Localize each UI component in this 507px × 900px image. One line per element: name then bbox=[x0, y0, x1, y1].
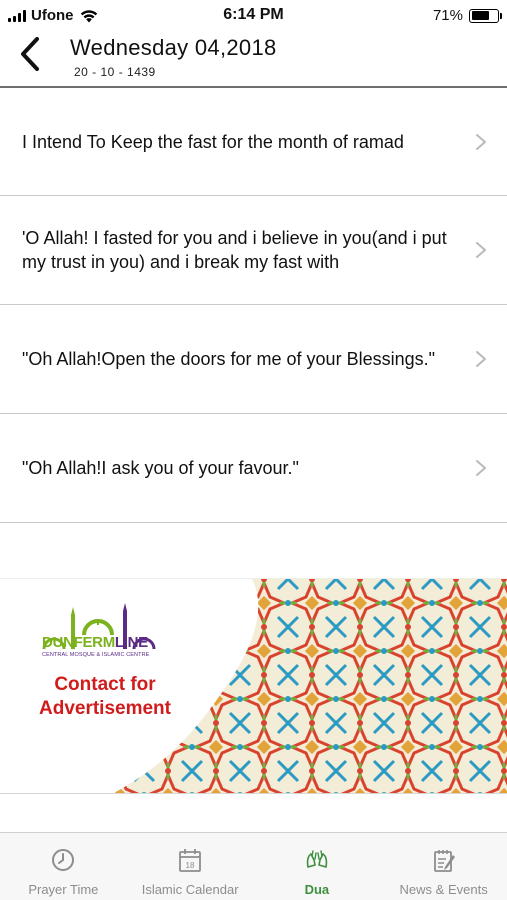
praying-hands-icon bbox=[306, 850, 328, 868]
chevron-right-icon bbox=[476, 133, 486, 150]
battery-level bbox=[471, 11, 490, 20]
tab-label: Dua bbox=[304, 882, 330, 897]
dua-list-item[interactable]: 'O Allah! I fasted for you and i believe… bbox=[0, 196, 507, 305]
ad-cta-line-2: Advertisement bbox=[39, 698, 171, 719]
notepad-icon bbox=[433, 850, 455, 872]
battery-icon bbox=[469, 8, 502, 23]
calendar-icon-day: 18 bbox=[186, 861, 195, 870]
dua-list: I Intend To Keep the fast for the month … bbox=[0, 88, 507, 523]
status-time: 6:14 PM bbox=[223, 6, 284, 23]
tab-dua[interactable]: Dua bbox=[254, 833, 381, 900]
nav-header: Wednesday 04,2018 20 - 10 - 1439 bbox=[0, 30, 507, 88]
dua-text: "Oh Allah!I ask you of your favour." bbox=[22, 458, 299, 478]
dua-list-item[interactable]: I Intend To Keep the fast for the month … bbox=[0, 88, 507, 196]
ad-logo-wordmark: DUNFERMLINE bbox=[42, 634, 148, 651]
back-button[interactable] bbox=[14, 34, 48, 74]
dua-text: "Oh Allah!Open the doors for me of your … bbox=[22, 349, 435, 369]
status-bar: Ufone 6:14 PM 71% bbox=[0, 0, 507, 30]
battery-percent: 71% bbox=[432, 7, 463, 24]
dua-text: 'O Allah! I fasted for you and i believe… bbox=[22, 228, 447, 272]
ad-cta-line-1: Contact for bbox=[54, 674, 156, 695]
tab-label: News & Events bbox=[399, 882, 488, 897]
tab-bar: Prayer Time 18 Islamic Calendar Dua News… bbox=[0, 832, 507, 900]
ad-call-to-action: Contact for Advertisement bbox=[20, 673, 190, 721]
chevron-right-icon bbox=[476, 460, 486, 476]
tab-islamic-calendar[interactable]: 18 Islamic Calendar bbox=[127, 833, 254, 900]
dua-list-item[interactable]: "Oh Allah!Open the doors for me of your … bbox=[0, 305, 507, 414]
hijri-date: 20 - 10 - 1439 bbox=[74, 65, 156, 79]
page-title: Wednesday 04,2018 bbox=[70, 35, 277, 60]
tab-news-events[interactable]: News & Events bbox=[380, 833, 507, 900]
clock-icon bbox=[52, 849, 75, 871]
tab-label: Islamic Calendar bbox=[141, 882, 239, 897]
dua-text: I Intend To Keep the fast for the month … bbox=[22, 131, 404, 152]
calendar-icon: 18 bbox=[179, 849, 202, 872]
ad-banner[interactable]: DUNFERMLINE CENTRAL MOSQUE & ISLAMIC CEN… bbox=[0, 578, 507, 794]
chevron-right-icon bbox=[476, 242, 486, 258]
tab-prayer-time[interactable]: Prayer Time bbox=[0, 833, 127, 900]
dua-list-item[interactable]: "Oh Allah!I ask you of your favour." bbox=[0, 414, 507, 523]
tab-label: Prayer Time bbox=[28, 882, 99, 897]
ad-logo-tagline: CENTRAL MOSQUE & ISLAMIC CENTRE bbox=[42, 652, 150, 658]
chevron-right-icon bbox=[476, 351, 486, 367]
status-right: 71% bbox=[432, 7, 502, 24]
